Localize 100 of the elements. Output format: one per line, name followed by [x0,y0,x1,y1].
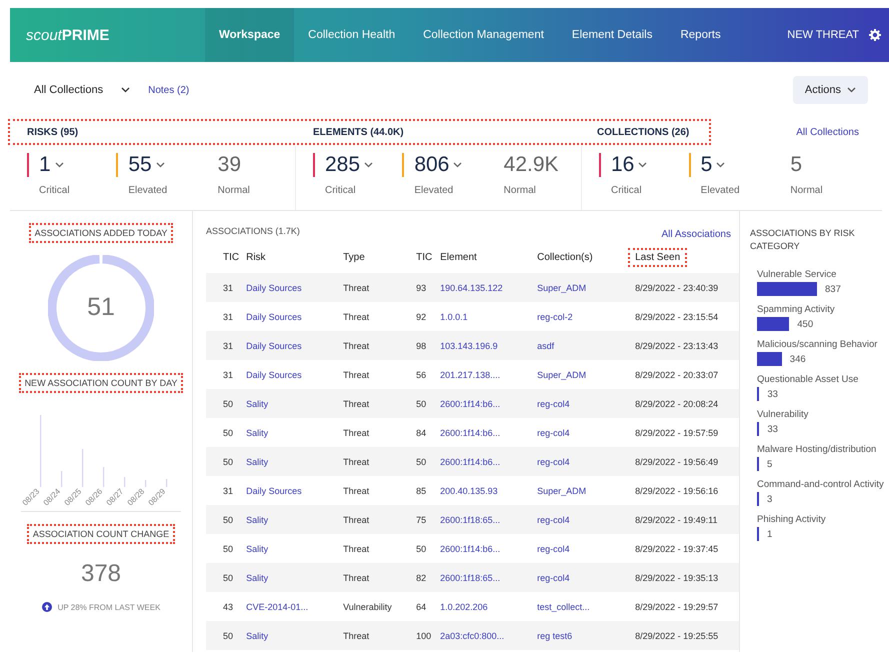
table-link[interactable]: Daily Sources [246,331,344,360]
table-cell: 8/29/2022 - 19:56:49 [635,447,739,476]
category-label: Command-and-control Activity [757,479,885,490]
nav-tab[interactable]: Reports [666,8,735,62]
table-link[interactable]: CVE-2014-01... [246,592,344,621]
nav-tab[interactable]: Workspace [205,8,294,62]
column-header: TIC [415,250,434,264]
table-cell: 85 [416,476,440,505]
table-cell: Threat [343,331,416,360]
count-value: 51 [86,293,116,322]
table-link[interactable]: Sality [246,447,344,476]
stat-label: Critical [38,185,71,196]
count-value: 346 [790,354,806,364]
stat-value: 42.9K [504,153,559,177]
table-link[interactable]: Super_ADM [537,273,636,302]
table-cell: Threat [343,621,416,650]
all-collections-link[interactable]: All Collections [796,126,859,138]
table-link[interactable]: Sality [246,563,344,592]
panel-title: NEW ASSOCIATION COUNT BY DAY [18,373,184,393]
table-link[interactable]: reg-col4 [537,534,636,563]
nav-tab[interactable]: Collection Management [409,8,558,62]
table-cell: 64 [416,592,440,621]
table-link[interactable]: asdf [537,331,636,360]
settings-icon[interactable] [869,29,881,41]
table-cell: 43 [206,592,246,621]
table-link[interactable]: reg-col4 [537,563,636,592]
table-cell: 31 [206,302,246,331]
table-link[interactable]: reg-col4 [537,505,636,534]
stat-dropdown[interactable]: 1 [39,153,64,177]
table-cell: Threat [343,302,416,331]
chevron-icon [716,162,726,168]
stat-dropdown[interactable]: 55 [128,153,165,177]
stat-dropdown[interactable]: 806 [414,153,462,177]
table-link[interactable]: 190.64.135.122 [440,273,538,302]
table-link[interactable]: reg test6 [537,621,636,650]
table-link[interactable]: Super_ADM [537,476,636,505]
nav-tab[interactable]: Collection Health [294,8,410,62]
table-cell: 31 [206,273,246,302]
table-link[interactable]: 2600:1f14:b6... [440,418,538,447]
chevron-icon [121,87,130,93]
table-link[interactable]: Daily Sources [246,302,344,331]
table-link[interactable]: 1.0.202.206 [440,592,538,621]
table-cell: Threat [343,418,416,447]
table-cell: 8/29/2022 - 23:15:54 [635,302,739,331]
table-link[interactable]: Sality [246,389,344,418]
category-label: Spamming Activity [757,304,836,315]
new-threat-button[interactable]: NEW THREAT [779,8,867,62]
table-cell: Threat [343,505,416,534]
count-bar [757,387,760,401]
count-value: 378 [80,560,122,588]
actions-button[interactable]: Actions [792,76,868,104]
table-link[interactable]: 200.40.135.93 [440,476,538,505]
stat-dropdown[interactable]: 285 [325,153,374,177]
table-cell: Threat [343,360,416,389]
chevron-icon [156,162,165,168]
table-link[interactable]: 1.0.0.1 [440,302,538,331]
table-link[interactable]: reg-col4 [537,418,636,447]
table-cell: 50 [206,447,246,476]
table-cell: 8/29/2022 - 19:29:57 [635,592,739,621]
notes-link[interactable]: Notes (2) [148,84,190,96]
all-associations-link[interactable]: All Associations [662,228,731,240]
table-link[interactable]: 2600:1f18:65... [440,505,538,534]
stat-label: Elevated [700,185,741,196]
table-link[interactable]: reg-col4 [537,389,636,418]
stat-dropdown[interactable]: 5 [700,153,726,177]
stat-label: Elevated [127,185,168,196]
collection-select[interactable]: All Collections [10,84,138,96]
trend-text: UP 28% FROM LAST WEEK [58,602,160,612]
table-link[interactable]: reg-col-2 [537,302,636,331]
table-link[interactable]: reg-col4 [537,447,636,476]
table-cell: 98 [416,331,440,360]
table-cell: 50 [206,534,246,563]
category-label: Vulnerable Service [757,269,838,280]
chevron-icon [453,162,462,168]
table-link[interactable]: 2600:1f14:b6... [440,534,538,563]
table-link[interactable]: Daily Sources [246,476,344,505]
category-label: Malicious/scanning Behavior [757,339,878,350]
table-link[interactable]: 2600:1f18:65... [440,563,538,592]
table-link[interactable]: Sality [246,621,344,650]
table-link[interactable]: 201.217.138.... [440,360,538,389]
nav-tab[interactable]: Element Details [558,8,666,62]
stat-dropdown[interactable]: 16 [611,153,648,177]
table-link[interactable]: Daily Sources [246,360,344,389]
table-link[interactable]: 2600:1f14:b6... [440,389,538,418]
category-label: Vulnerability [757,409,810,420]
table-link[interactable]: Sality [246,418,344,447]
table-cell: Vulnerability [343,592,416,621]
table-link[interactable]: Daily Sources [246,273,344,302]
table-cell: Threat [343,389,416,418]
table-cell: 8/29/2022 - 19:35:13 [635,563,739,592]
table-link[interactable]: Sality [246,505,344,534]
table-cell: 31 [206,331,246,360]
table-link[interactable]: Sality [246,534,344,563]
table-cell: 100 [416,621,440,650]
table-link[interactable]: 103.143.196.9 [440,331,538,360]
table-link[interactable]: 2600:1f14:b6... [440,447,538,476]
stat-label: Normal [502,185,537,196]
table-link[interactable]: 2a03:cfc0:800... [440,621,538,650]
table-link[interactable]: test_collect... [537,592,636,621]
table-link[interactable]: Super_ADM [537,360,636,389]
